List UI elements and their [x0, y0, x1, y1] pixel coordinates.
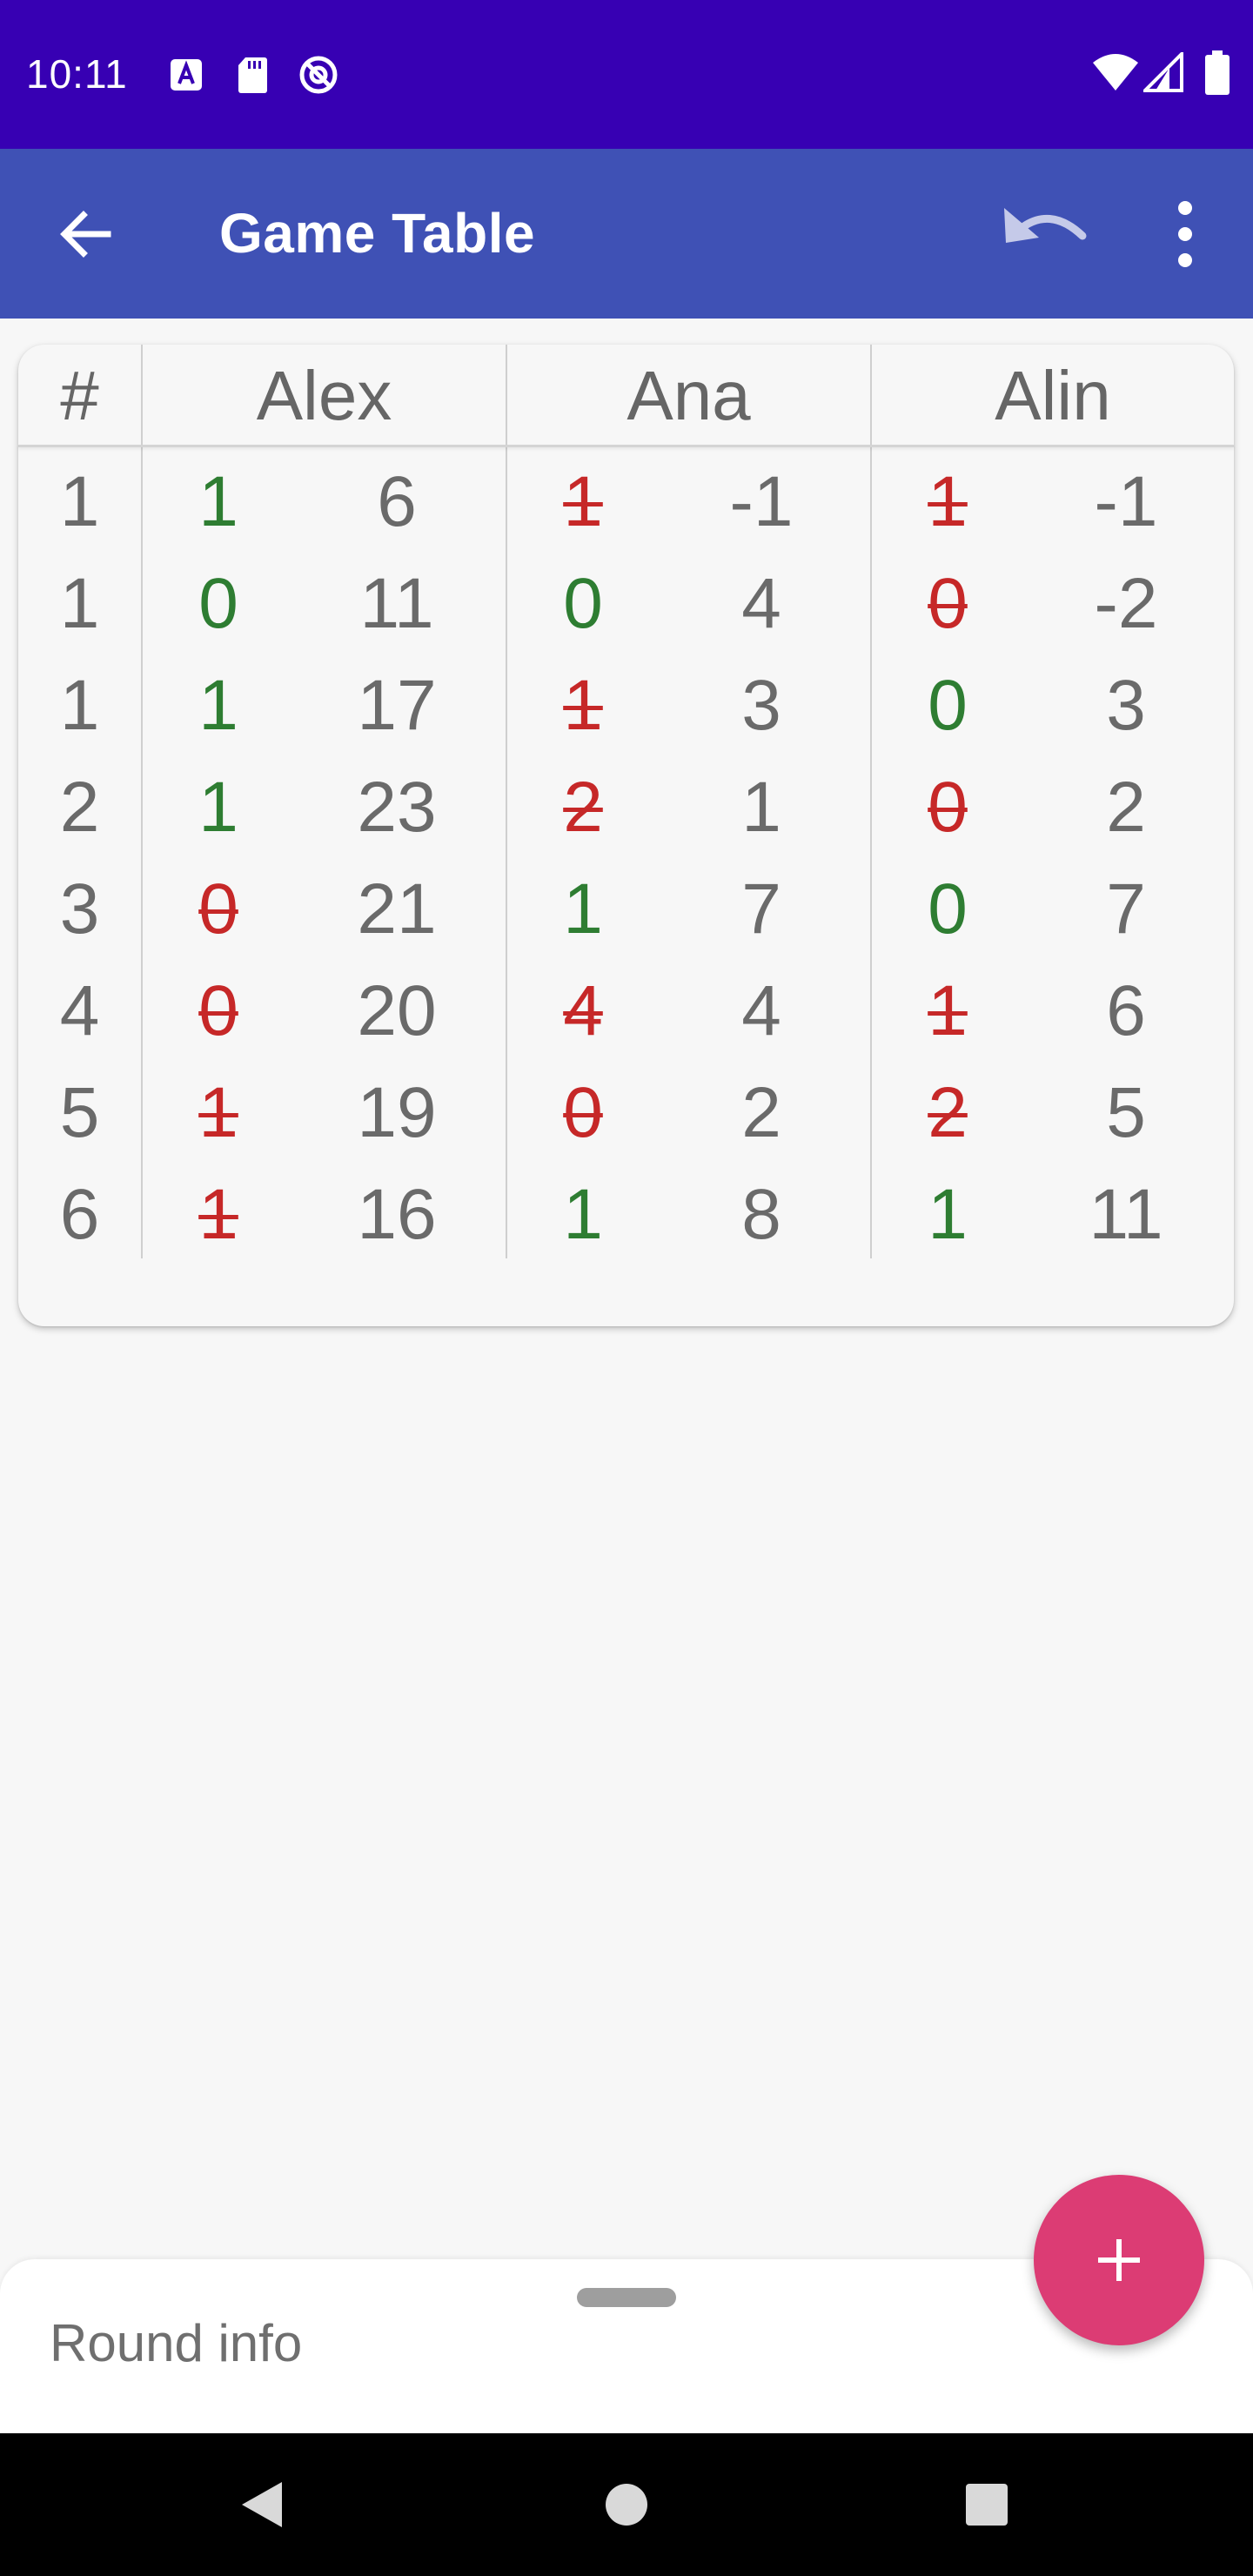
bid-value: 1: [563, 666, 603, 745]
score-value: 19: [357, 1073, 437, 1152]
cell-signal-icon: [1143, 52, 1183, 92]
score-value: 6: [377, 462, 417, 541]
bid-value: 1: [198, 768, 238, 847]
score-value: 3: [1106, 666, 1146, 745]
bid-value: 1: [198, 1073, 238, 1152]
score-value: 11: [359, 564, 434, 643]
bid-value: 1: [928, 1175, 968, 1254]
score-value: 5: [1106, 1073, 1146, 1152]
bid-value: 0: [563, 1073, 603, 1152]
score-value: 23: [357, 768, 437, 847]
round-number: 5: [59, 1073, 100, 1152]
bid-value: 0: [928, 768, 968, 847]
bid-value: 0: [563, 564, 603, 643]
score-value: 17: [357, 666, 437, 745]
bid-value: 0: [198, 869, 238, 949]
navigation-bar: [0, 2433, 1253, 2576]
data-saver-icon: [299, 56, 338, 94]
score-value: -1: [729, 462, 794, 541]
column-divider: [506, 345, 507, 1258]
bid-value: 0: [198, 564, 238, 643]
score-value: 4: [741, 564, 781, 643]
add-round-button[interactable]: [1034, 2175, 1204, 2345]
score-value: -1: [1094, 462, 1158, 541]
add-icon: [1098, 2239, 1140, 2281]
bid-value: 0: [928, 869, 968, 949]
score-value: 4: [741, 971, 781, 1050]
round-info-label: Round info: [50, 2314, 303, 2372]
notification-a-icon: [171, 59, 202, 91]
status-bar: 10:11: [0, 0, 1253, 149]
nav-recents-icon[interactable]: [964, 2482, 1009, 2527]
score-value: 6: [1106, 971, 1146, 1050]
status-time: 10:11: [26, 51, 128, 97]
nav-home-icon[interactable]: [604, 2482, 649, 2527]
bid-value: 0: [928, 666, 968, 745]
battery-icon: [1205, 50, 1230, 95]
round-number: 1: [59, 462, 100, 541]
bid-value: 1: [563, 869, 603, 949]
header-divider: [18, 445, 1234, 447]
back-arrow-icon[interactable]: [52, 201, 118, 267]
sd-card-icon: [238, 57, 267, 93]
round-number-header: #: [60, 357, 99, 434]
round-number: 1: [59, 666, 100, 745]
wifi-icon: [1093, 54, 1138, 91]
round-number: 3: [59, 869, 100, 949]
player-header-alex: Alex: [256, 357, 392, 434]
score-value: 2: [741, 1073, 781, 1152]
bid-value: 2: [563, 768, 603, 847]
score-value: 16: [357, 1175, 437, 1254]
player-header-ana: Ana: [626, 357, 751, 434]
page-title: Game Table: [219, 202, 536, 265]
bid-value: 1: [198, 666, 238, 745]
nav-back-icon[interactable]: [237, 2479, 285, 2531]
round-number: 1: [59, 564, 100, 643]
score-value: 7: [1106, 869, 1146, 949]
bid-value: 1: [198, 462, 238, 541]
app-bar: Game Table: [0, 149, 1253, 319]
column-divider: [870, 345, 872, 1258]
column-divider: [141, 345, 143, 1258]
undo-icon[interactable]: [999, 198, 1095, 267]
drag-handle[interactable]: [577, 2288, 676, 2307]
score-table: # Alex Ana Alin 1 1 6 1 -1 1 -1 1 0 11 0 4 0 -2 1 1 17 1 3…: [18, 345, 1234, 1326]
score-value: 2: [1106, 768, 1146, 847]
bid-value: 0: [198, 971, 238, 1050]
round-number: 4: [59, 971, 100, 1050]
player-header-alin: Alin: [995, 357, 1111, 434]
round-number: 2: [59, 768, 100, 847]
bid-value: 1: [198, 1175, 238, 1254]
bid-value: 1: [928, 971, 968, 1050]
bid-value: 1: [563, 462, 603, 541]
bid-value: 1: [563, 1175, 603, 1254]
score-value: 1: [741, 768, 781, 847]
score-value: 11: [1089, 1175, 1163, 1254]
score-value: 3: [741, 666, 781, 745]
score-value: -2: [1094, 564, 1158, 643]
round-number: 6: [59, 1175, 100, 1254]
score-value: 7: [741, 869, 781, 949]
score-value: 21: [357, 869, 437, 949]
more-vert-icon[interactable]: [1166, 198, 1204, 271]
bid-value: 0: [928, 564, 968, 643]
bid-value: 2: [928, 1073, 968, 1152]
score-value: 8: [741, 1175, 781, 1254]
score-value: 20: [357, 971, 437, 1050]
bid-value: 4: [563, 971, 603, 1050]
bid-value: 1: [928, 462, 968, 541]
